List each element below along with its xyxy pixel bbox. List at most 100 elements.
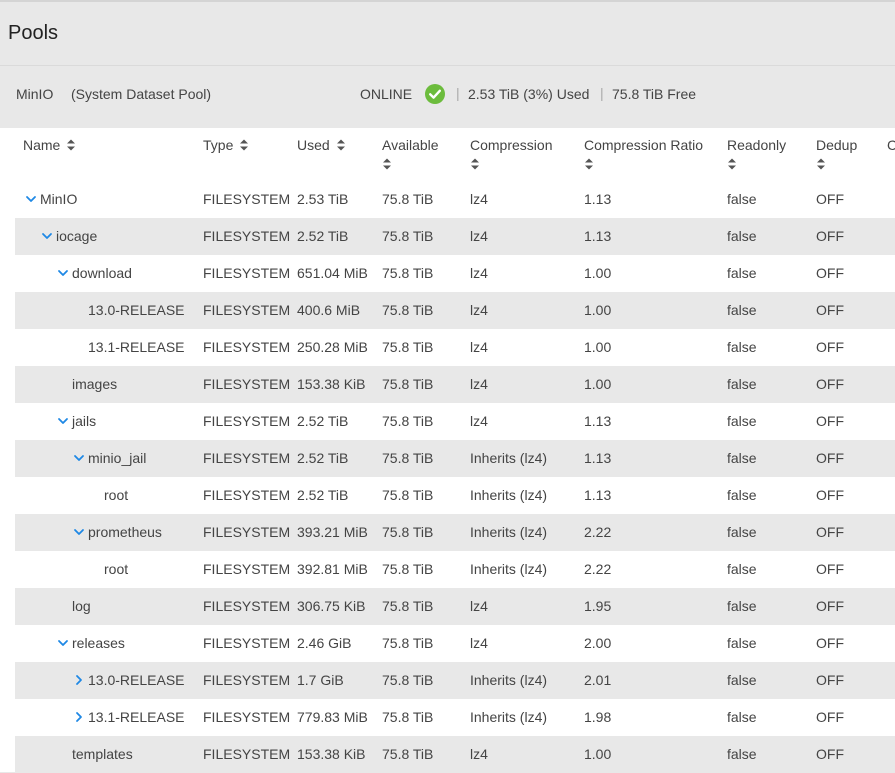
sort-icon[interactable] (584, 157, 594, 171)
sort-icon[interactable] (336, 138, 346, 152)
cell-readonly: false (727, 561, 757, 577)
table-row[interactable]: images FILESYSTEM 153.38 KiB 75.8 TiB lz4 1.0… (15, 366, 895, 403)
cell-type: FILESYSTEM (203, 709, 291, 725)
sort-icon[interactable] (66, 138, 76, 152)
column-header-dedup[interactable]: Dedup (816, 136, 857, 171)
table-row[interactable]: download FILESYSTEM 651.04 MiB 75.8 TiB lz4 1… (15, 255, 895, 292)
cell-compression-ratio: 1.98 (584, 709, 612, 725)
table-row[interactable]: 13.0-RELEASE FILESYSTEM 1.7 GiB 75.8 TiB Inh… (15, 662, 895, 699)
chevron-right-icon[interactable] (73, 674, 85, 686)
chevron-down-icon[interactable] (25, 193, 37, 205)
cell-name: MinIO (25, 181, 77, 218)
cell-type: FILESYSTEM (203, 746, 291, 762)
cell-name: templates (57, 736, 133, 773)
table-row[interactable]: 13.0-RELEASE FILESYSTEM 400.6 MiB 75.8 TiB l… (15, 292, 895, 329)
sort-icon[interactable] (816, 157, 826, 171)
cell-available: 75.8 TiB (382, 302, 434, 318)
sort-icon[interactable] (382, 157, 392, 171)
table-row[interactable]: templates FILESYSTEM 153.38 KiB 75.8 TiB lz4… (15, 736, 895, 773)
table-row[interactable]: log FILESYSTEM 306.75 KiB 75.8 TiB lz4 1.95 fa… (15, 588, 895, 625)
cell-available: 75.8 TiB (382, 561, 434, 577)
page-title: Pools (8, 22, 59, 44)
sort-icon[interactable] (727, 157, 737, 171)
cell-type: FILESYSTEM (203, 339, 291, 355)
column-header-compression-ratio[interactable]: Compression Ratio (584, 136, 703, 171)
chevron-right-icon[interactable] (73, 711, 85, 723)
cell-available: 75.8 TiB (382, 450, 434, 466)
sort-icon[interactable] (239, 138, 249, 152)
cell-available: 75.8 TiB (382, 265, 434, 281)
cell-readonly: false (727, 746, 757, 762)
chevron-down-icon[interactable] (41, 230, 53, 242)
column-header-more[interactable]: C (887, 136, 895, 155)
column-header-available[interactable]: Available (382, 136, 439, 171)
cell-compression-ratio: 1.00 (584, 376, 612, 392)
chevron-down-icon[interactable] (57, 415, 69, 427)
cell-readonly: false (727, 450, 757, 466)
column-header-readonly[interactable]: Readonly (727, 136, 786, 171)
cell-type: FILESYSTEM (203, 191, 291, 207)
cell-type: FILESYSTEM (203, 376, 291, 392)
column-header-label: Type (203, 137, 234, 153)
dataset-name: log (72, 598, 91, 614)
table-row[interactable]: 13.1-RELEASE FILESYSTEM 250.28 MiB 75.8 TiB… (15, 329, 895, 366)
cell-compression-ratio: 1.13 (584, 450, 612, 466)
cell-compression-ratio: 1.13 (584, 487, 612, 503)
cell-dedup: OFF (816, 598, 844, 614)
table-row[interactable]: 13.1-RELEASE FILESYSTEM 779.83 MiB 75.8 TiB… (15, 699, 895, 736)
cell-compression: lz4 (470, 413, 488, 429)
cell-available: 75.8 TiB (382, 709, 434, 725)
cell-used: 2.53 TiB (297, 191, 349, 207)
cell-dedup: OFF (816, 709, 844, 725)
cell-compression-ratio: 2.01 (584, 672, 612, 688)
cell-name: 13.1-RELEASE (73, 699, 185, 736)
cell-available: 75.8 TiB (382, 487, 434, 503)
table-row[interactable]: jails FILESYSTEM 2.52 TiB 75.8 TiB lz4 1.13 fa… (15, 403, 895, 440)
table-row[interactable]: minio_jail FILESYSTEM 2.52 TiB 75.8 TiB Inhe… (15, 440, 895, 477)
cell-compression-ratio: 2.00 (584, 635, 612, 651)
dataset-name: iocage (56, 228, 98, 244)
chevron-down-icon[interactable] (73, 452, 85, 464)
column-header-compression[interactable]: Compression (470, 136, 552, 171)
table-row[interactable]: releases FILESYSTEM 2.46 GiB 75.8 TiB lz4 2.0… (15, 625, 895, 662)
table-row[interactable]: prometheus FILESYSTEM 393.21 MiB 75.8 TiB In… (15, 514, 895, 551)
dataset-name: minio_jail (88, 450, 147, 466)
cell-used: 2.46 GiB (297, 635, 352, 651)
cell-type: FILESYSTEM (203, 524, 291, 540)
column-header-used[interactable]: Used (297, 136, 346, 155)
cell-available: 75.8 TiB (382, 191, 434, 207)
cell-dedup: OFF (816, 376, 844, 392)
column-header-type[interactable]: Type (203, 136, 249, 155)
cell-compression: lz4 (470, 746, 488, 762)
cell-readonly: false (727, 635, 757, 651)
dataset-name: MinIO (40, 191, 78, 207)
cell-dedup: OFF (816, 524, 844, 540)
cell-used: 306.75 KiB (297, 598, 366, 614)
cell-name: 13.1-RELEASE (73, 329, 185, 366)
chevron-down-icon[interactable] (57, 267, 69, 279)
chevron-down-icon[interactable] (73, 526, 85, 538)
cell-name: prometheus (73, 514, 162, 551)
column-header-name[interactable]: Name (23, 136, 76, 155)
dataset-name: prometheus (88, 524, 162, 540)
cell-available: 75.8 TiB (382, 228, 434, 244)
table-row[interactable]: root FILESYSTEM 2.52 TiB 75.8 TiB Inherits (… (15, 477, 895, 514)
cell-used: 651.04 MiB (297, 265, 368, 281)
cell-used: 153.38 KiB (297, 746, 366, 762)
table-row[interactable]: iocage FILESYSTEM 2.52 TiB 75.8 TiB lz4 1.13 f… (15, 218, 895, 255)
sort-icon[interactable] (470, 157, 480, 171)
check-circle-icon (425, 84, 445, 104)
cell-type: FILESYSTEM (203, 598, 291, 614)
column-header-label: Compression Ratio (584, 137, 704, 153)
chevron-down-icon[interactable] (57, 637, 69, 649)
cell-used: 2.52 TiB (297, 487, 349, 503)
column-header-label: Readonly (727, 137, 787, 153)
table-row[interactable]: root FILESYSTEM 392.81 MiB 75.8 TiB Inherits… (15, 551, 895, 588)
column-header-label: Name (23, 137, 61, 153)
cell-dedup: OFF (816, 413, 844, 429)
table-row[interactable]: MinIO FILESYSTEM 2.53 TiB 75.8 TiB lz4 1.13 fa… (15, 181, 895, 218)
cell-compression-ratio: 1.00 (584, 265, 612, 281)
column-header-label: Available (382, 137, 439, 153)
cell-compression-ratio: 1.13 (584, 191, 612, 207)
cell-type: FILESYSTEM (203, 413, 291, 429)
